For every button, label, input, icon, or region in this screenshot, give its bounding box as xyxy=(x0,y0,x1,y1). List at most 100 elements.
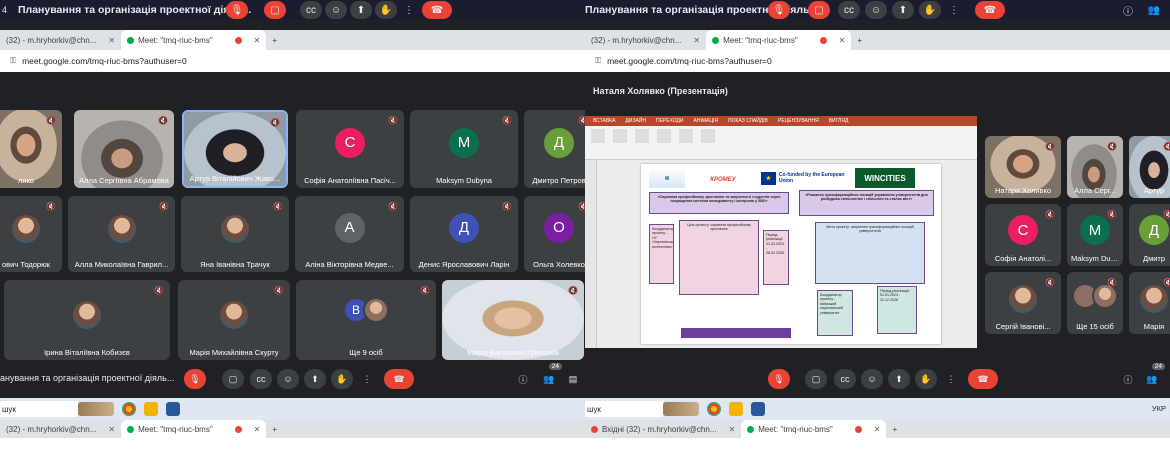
emoji-button[interactable]: ☺ xyxy=(861,369,883,389)
ribbon-button-icon[interactable] xyxy=(657,129,671,143)
info-button[interactable]: ⓘ xyxy=(1117,1,1139,19)
raise-hand-button[interactable]: ✋ xyxy=(919,1,941,19)
captions-button[interactable]: cc xyxy=(300,1,322,19)
slide-thumbnails[interactable] xyxy=(585,160,597,348)
second-address-bar[interactable] xyxy=(0,438,585,450)
emoji-button[interactable]: ☺ xyxy=(325,1,347,19)
chrome-icon[interactable] xyxy=(122,402,136,416)
participant-tile[interactable]: О 🔇 Ольга Холевко xyxy=(524,196,585,272)
participant-tile[interactable]: С 🔇 Софія Анатоліївна Пасіч... xyxy=(296,110,404,188)
leave-call-button[interactable]: ☎ xyxy=(384,369,414,389)
close-icon[interactable]: ✕ xyxy=(254,425,261,434)
participant-tile[interactable]: 🔇 Алла Серг... xyxy=(1067,136,1123,198)
tab-meet[interactable]: Meet: "tmq-riuc-bms" ✕ xyxy=(706,30,852,50)
ribbon-tab[interactable]: ВСТАВКА xyxy=(593,118,615,124)
ribbon-tab[interactable]: ДИЗАЙН xyxy=(625,118,646,124)
participant-tile[interactable]: 🔇 Марія xyxy=(1129,272,1170,334)
participant-tile[interactable]: 🔇 Ірина Віталіївна Кобизєв xyxy=(4,280,170,360)
ribbon-button-icon[interactable] xyxy=(613,129,627,143)
info-button[interactable]: ⓘ xyxy=(1117,369,1139,389)
emoji-button[interactable]: ☺ xyxy=(865,1,887,19)
participant-tile[interactable]: В 🔇 Ще 9 осіб xyxy=(296,280,436,360)
close-icon[interactable]: ✕ xyxy=(728,425,735,434)
people-button[interactable]: 👥 24 xyxy=(1141,363,1165,389)
present-button[interactable]: ⬆ xyxy=(350,1,372,19)
participant-tile[interactable]: Д 🔇 Денис Ярославович Ларін xyxy=(410,196,518,272)
new-tab-button[interactable]: + xyxy=(266,32,283,48)
emoji-button[interactable]: ☺ xyxy=(277,369,299,389)
participant-tile[interactable]: 🔇 ович Тодорюк xyxy=(0,196,62,272)
captions-button[interactable]: cc xyxy=(834,369,856,389)
taskbar-search[interactable]: шук xyxy=(0,401,78,417)
close-icon[interactable]: ✕ xyxy=(254,36,261,45)
ribbon-button-icon[interactable] xyxy=(679,129,693,143)
tab-meet-2[interactable]: Meet: "tmq-riuc-bms" ✕ xyxy=(121,420,267,438)
second-address-bar[interactable] xyxy=(585,438,1170,450)
close-icon[interactable]: ✕ xyxy=(108,36,115,45)
camera-button[interactable]: ▢ xyxy=(222,369,244,389)
participant-tile[interactable]: 🔇 ляко xyxy=(0,110,62,188)
participant-tile[interactable]: 🔇 Яна Іванівна Трачук xyxy=(181,196,289,272)
info-button[interactable]: ⓘ xyxy=(512,369,534,389)
raise-hand-button[interactable]: ✋ xyxy=(331,369,353,389)
new-tab-button[interactable]: + xyxy=(886,421,903,437)
ribbon-tab[interactable]: АНІМАЦІЯ xyxy=(694,118,719,124)
tab-gmail-2[interactable]: (32) - m.hryhorkiv@chn... ✕ xyxy=(0,421,121,437)
file-explorer-icon[interactable] xyxy=(144,402,158,416)
camera-off-button[interactable]: ▢ xyxy=(808,1,830,19)
ribbon-button-icon[interactable] xyxy=(701,129,715,143)
close-icon[interactable]: ✕ xyxy=(839,36,846,45)
mic-off-button[interactable]: 🎙 xyxy=(184,369,206,389)
address-bar[interactable]: ⚿ meet.google.com/tmq-riuc-bms?authuser=… xyxy=(0,50,585,72)
people-button[interactable]: 👥 xyxy=(1143,1,1165,19)
present-button[interactable]: ⬆ xyxy=(304,369,326,389)
tab-gmail[interactable]: (32) - m.hryhorkiv@chn... ✕ xyxy=(585,32,706,48)
word-icon[interactable] xyxy=(166,402,180,416)
raise-hand-button[interactable]: ✋ xyxy=(375,1,397,19)
more-options-button[interactable]: ⋮ xyxy=(398,1,420,19)
people-button[interactable]: 👥 24 xyxy=(538,363,562,389)
file-explorer-icon[interactable] xyxy=(729,402,743,416)
participant-tile[interactable]: 🔇 Марія Василівна Григорків xyxy=(442,280,584,360)
close-icon[interactable]: ✕ xyxy=(108,425,115,434)
participant-tile[interactable]: M🔇Maksym Dubyna xyxy=(1067,204,1123,266)
participant-tile[interactable]: 🔇 Натаря Холявко xyxy=(985,136,1061,198)
more-options-button[interactable]: ⋮ xyxy=(943,1,965,19)
present-button[interactable]: ⬆ xyxy=(892,1,914,19)
ribbon-tab[interactable]: ПОКАЗ СЛАЙДІВ xyxy=(728,118,768,124)
participant-tile[interactable]: 🔇 Марія Михайлівна Скурту xyxy=(178,280,290,360)
ribbon-button-icon[interactable] xyxy=(591,129,605,143)
taskbar-search[interactable]: шук xyxy=(585,401,663,417)
chat-button[interactable]: ▤ xyxy=(562,369,584,389)
participant-tile[interactable]: 🔇 Алла Миколаївна Гаврил... xyxy=(68,196,175,272)
ribbon-tab[interactable]: ПЕРЕХОДИ xyxy=(656,118,684,124)
more-options-button[interactable]: ⋮ xyxy=(940,369,962,389)
tab-meet-2[interactable]: Meet: "tmq-riuc-bms" ✕ xyxy=(741,420,887,438)
camera-off-button[interactable]: ▢ xyxy=(264,1,286,19)
raise-hand-button[interactable]: ✋ xyxy=(915,369,937,389)
participant-tile[interactable]: Д 🔇 Дмитр xyxy=(1129,204,1170,266)
participant-tile[interactable]: 🔇 Алла Сергіївна Абрамова xyxy=(74,110,174,188)
ribbon-tab[interactable]: РЕЦЕНЗУВАННЯ xyxy=(778,118,819,124)
close-icon[interactable]: ✕ xyxy=(693,36,700,45)
captions-button[interactable]: cc xyxy=(250,369,272,389)
captions-button[interactable]: cc xyxy=(838,1,860,19)
present-button[interactable]: ⬆ xyxy=(888,369,910,389)
ribbon-tab[interactable]: ВИГЛЯД xyxy=(829,118,849,124)
camera-button[interactable]: ▢ xyxy=(805,369,827,389)
language-indicator[interactable]: УКР xyxy=(1152,404,1166,413)
more-options-button[interactable]: ⋮ xyxy=(356,369,378,389)
participant-tile[interactable]: 🔇 Артур xyxy=(1129,136,1170,198)
ribbon-button-icon[interactable] xyxy=(635,129,649,143)
tab-meet[interactable]: Meet: "tmq-riuc-bms" ✕ xyxy=(121,30,267,50)
leave-call-button[interactable]: ☎ xyxy=(422,1,452,19)
mic-off-button[interactable]: 🎙 xyxy=(768,1,790,19)
leave-call-button[interactable]: ☎ xyxy=(968,369,998,389)
mic-off-button[interactable]: 🎙 xyxy=(226,1,248,19)
leave-call-button[interactable]: ☎ xyxy=(975,1,1005,19)
participant-tile[interactable]: M🔇Maksym Dubyna xyxy=(410,110,518,188)
participant-tile[interactable]: А 🔇 Аліна Вікторівна Медве... xyxy=(295,196,404,272)
tab-gmail-2[interactable]: Вхідні (32) - m.hryhorkiv@chn... ✕ xyxy=(585,421,741,437)
chrome-icon[interactable] xyxy=(707,402,721,416)
close-icon[interactable]: ✕ xyxy=(874,425,881,434)
